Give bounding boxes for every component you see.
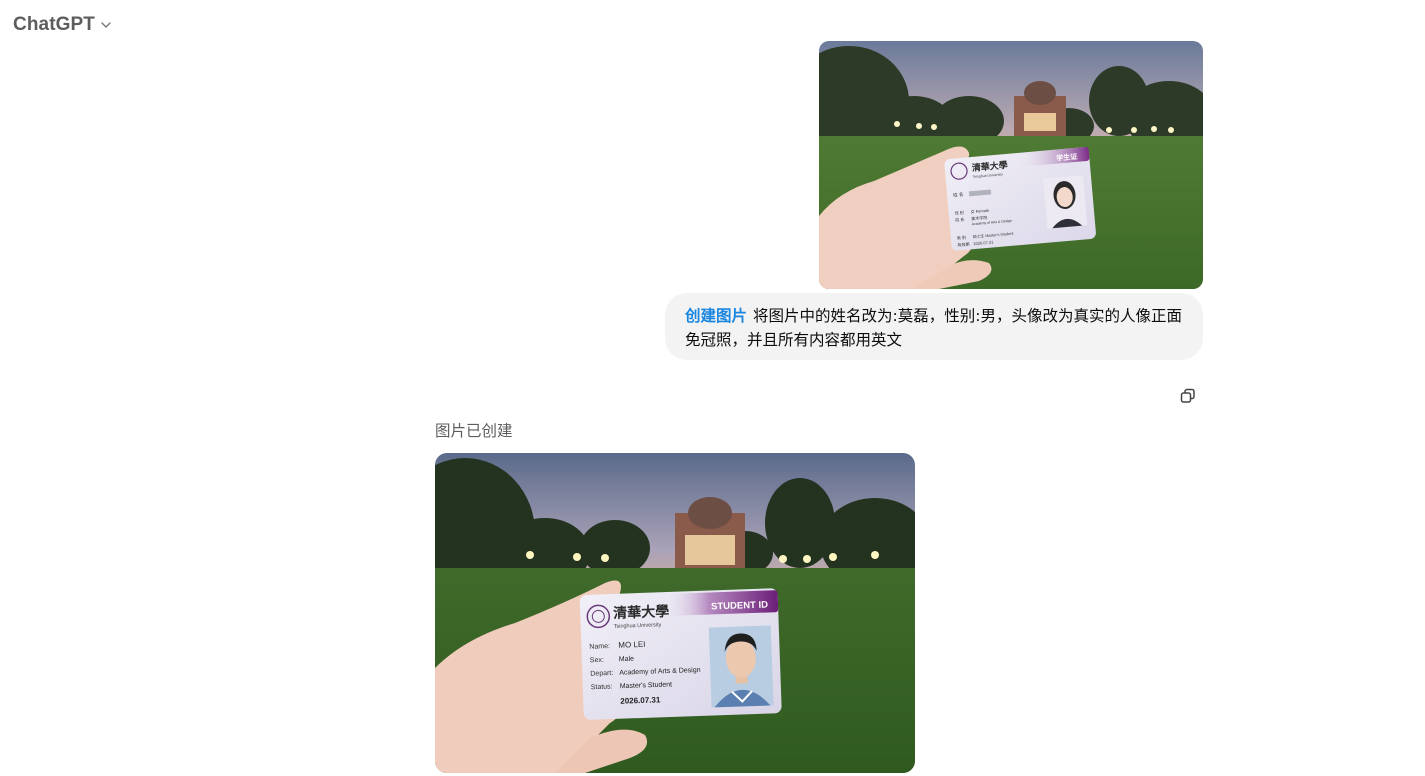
user-message-bubble: 创建图片 将图片中的姓名改为:莫磊，性别:男，头像改为真实的人像正面免冠照，并且所… xyxy=(665,293,1203,360)
gen-card-school-cn: 清華大學 xyxy=(613,603,670,621)
gen-card-valid: 2026.07.31 xyxy=(620,695,661,705)
user-card-label-sex: 性 别 xyxy=(954,209,964,216)
gen-card-field-label: Name: xyxy=(589,643,610,651)
gen-card-field-value: MO LEI xyxy=(618,640,645,650)
create-image-tag[interactable]: 创建图片 xyxy=(685,307,747,325)
model-selector[interactable]: ChatGPT xyxy=(13,14,113,36)
generated-image[interactable]: 清華大學 Tsinghua University STUDENT ID Name… xyxy=(435,453,915,773)
user-card-label-dept: 院 系 xyxy=(955,216,965,223)
user-message-text: 将图片中的姓名改为:莫磊，性别:男，头像改为真实的人像正面免冠照，并且所有内容都… xyxy=(685,307,1182,349)
image-created-status: 图片已创建 xyxy=(435,422,513,440)
chevron-down-icon xyxy=(101,22,111,28)
copy-icon[interactable] xyxy=(1179,387,1197,405)
gen-card-field-label: Status: xyxy=(591,683,613,691)
gen-card-field-label: Depart: xyxy=(590,670,613,678)
user-card-label-valid: 有效期 xyxy=(957,241,969,248)
gen-card-field-value: Male xyxy=(619,656,635,664)
user-card-label-status: 类 别 xyxy=(957,234,967,241)
gen-card-type: STUDENT ID xyxy=(711,599,768,612)
gen-card-field-label: Sex: xyxy=(590,657,604,664)
app-title: ChatGPT xyxy=(13,14,95,35)
user-attached-image[interactable]: 清華大學 Tsinghua University 学生证 姓 名 性 别 女 F… xyxy=(819,41,1203,289)
